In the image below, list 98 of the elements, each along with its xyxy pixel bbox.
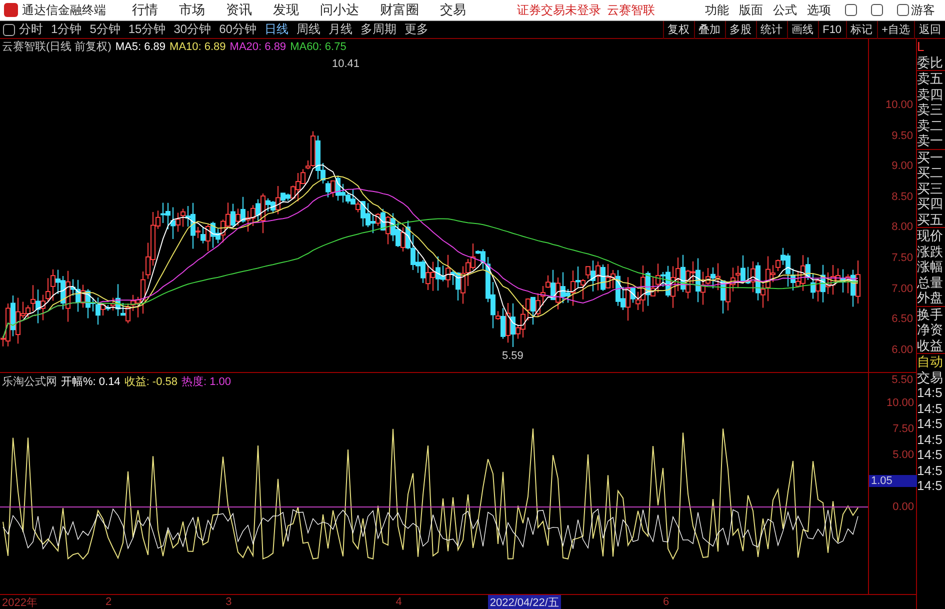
quote-field-label: 买四: [917, 196, 944, 212]
app-logo-icon: [4, 3, 18, 17]
ma-legend: MA20: 6.89: [230, 40, 286, 52]
chart-title: 云赛智联(日线 前复权): [2, 40, 112, 54]
trades-title: 交易: [917, 370, 944, 385]
trade-time: 14:5: [917, 400, 944, 416]
user-label[interactable]: 游客: [911, 2, 935, 18]
date-axis-label: 2022/04/22/五: [488, 594, 561, 609]
quote-field-label: 委比: [917, 54, 944, 70]
quote-field-label: 买五: [917, 212, 944, 227]
period-tab[interactable]: 1分钟: [51, 21, 82, 38]
quote-field-label: 买三: [917, 180, 944, 196]
period-tab[interactable]: 5分钟: [90, 21, 120, 38]
period-tab[interactable]: 15分钟: [128, 21, 166, 38]
quote-field-label: 买一: [917, 150, 944, 165]
app-title: 通达信金融终端: [22, 2, 106, 18]
current-value-label: 1.05: [869, 475, 917, 487]
price-tick: 6.50: [892, 313, 914, 326]
date-axis-label: 4: [394, 596, 403, 608]
panel-toggle-icon[interactable]: [3, 24, 15, 36]
mode-label[interactable]: 自动: [917, 354, 945, 370]
price-tick: 6.00: [892, 344, 914, 356]
quote-field-label: 卖四: [917, 86, 944, 102]
indicator-legend: 热度: 1.00: [182, 374, 232, 388]
quote-field-label: 现价: [917, 228, 944, 244]
date-axis-label: 2: [104, 596, 113, 608]
period-tab[interactable]: 30分钟: [174, 21, 212, 38]
indicator-title: 乐淘公式网: [2, 374, 57, 388]
trade-time: 14:5: [917, 432, 944, 447]
panel-corner-label: L: [917, 39, 926, 54]
toolbar-button[interactable]: 返回: [914, 20, 945, 38]
tool-menu-item[interactable]: 版面: [739, 2, 763, 18]
menu-item[interactable]: 行情: [132, 1, 158, 19]
status-notice[interactable]: 云赛智联: [607, 2, 655, 18]
toolbar-button[interactable]: 统计: [756, 20, 787, 38]
menu-item[interactable]: 市场: [179, 1, 205, 19]
ma-legend: MA5: 6.89: [115, 40, 166, 52]
toolbar-button[interactable]: F10: [818, 20, 846, 38]
period-tab[interactable]: 60分钟: [219, 21, 256, 38]
trade-time: 14:5: [917, 447, 944, 462]
menu-item[interactable]: 问小达: [320, 1, 359, 19]
toolbar-button[interactable]: 标记: [846, 20, 877, 38]
menu-item[interactable]: 发现: [273, 1, 299, 19]
indicator-legend: 开幅%: 0.14: [61, 374, 120, 388]
quote-field-label: 涨跌: [917, 244, 944, 259]
menu-item[interactable]: 交易: [440, 1, 466, 19]
period-tab[interactable]: 分时: [19, 21, 43, 38]
indicator-tick: 0.00: [892, 501, 915, 513]
toolbar-button[interactable]: 画线: [786, 20, 818, 38]
toolbar-button[interactable]: +自选: [876, 20, 914, 38]
price-tick: 7.00: [892, 282, 914, 295]
high-price-label: 10.41: [332, 58, 360, 70]
indicator-tick: 7.50: [892, 423, 915, 435]
price-tick: 9.00: [892, 160, 914, 172]
trade-time: 14:5: [917, 478, 944, 494]
menu-item[interactable]: 财富圈: [380, 1, 419, 19]
menu-item[interactable]: 资讯: [226, 1, 252, 19]
quote-field-label: 卖三: [917, 102, 944, 118]
date-axis-label: 3: [224, 596, 233, 608]
toolbar-button[interactable]: 叠加: [694, 20, 725, 38]
quote-field-label: 涨幅: [917, 259, 944, 274]
price-tick: 5.50: [892, 374, 914, 386]
quote-field-label: 卖一: [917, 133, 944, 148]
quote-field-label: 总量: [917, 274, 944, 290]
quote-field-label: 收益: [917, 338, 944, 353]
price-tick: 8.00: [892, 221, 914, 234]
indicator-tick: 5.00: [892, 449, 915, 461]
quote-field-label: 外盘: [917, 290, 944, 306]
period-tab[interactable]: 更多: [404, 21, 428, 38]
trade-time: 14:5: [917, 416, 944, 432]
quote-field-label: 买二: [917, 165, 944, 180]
quote-field-label: 换手: [917, 306, 944, 322]
tool-menu-item[interactable]: 公式: [773, 2, 797, 18]
status-notice[interactable]: 证券交易未登录: [517, 2, 601, 18]
tool-menu-item[interactable]: 功能: [705, 2, 729, 18]
trade-time: 14:5: [917, 462, 944, 478]
period-tab[interactable]: 月线: [328, 21, 352, 38]
indicator-legend: 收益: -0.58: [124, 374, 178, 388]
trade-time: 14:5: [917, 385, 944, 400]
price-tick: 10.00: [885, 99, 914, 111]
ma-legend: MA10: 6.89: [170, 40, 226, 52]
period-tab[interactable]: 周线: [296, 21, 320, 38]
price-tick: 9.50: [892, 130, 914, 142]
tool-menu-item[interactable]: 选项: [807, 2, 831, 18]
toolbar-button[interactable]: 复权: [662, 20, 694, 38]
ma-legend: MA60: 6.75: [290, 40, 346, 52]
date-axis-label: 6: [662, 596, 670, 608]
quote-field-label: 净资: [917, 322, 944, 338]
quote-field-label: 卖五: [917, 71, 944, 86]
period-tab[interactable]: 日线: [264, 21, 288, 38]
quote-field-label: 卖二: [917, 118, 944, 133]
period-tab[interactable]: 多周期: [360, 21, 396, 38]
indicator-tick: 10.00: [886, 397, 915, 409]
toolbar-button[interactable]: 多股: [724, 20, 756, 38]
price-tick: 7.50: [892, 252, 914, 264]
price-tick: 8.50: [892, 190, 914, 203]
date-axis-label: 2022年: [1, 596, 38, 609]
low-price-label: 5.59: [502, 350, 524, 362]
